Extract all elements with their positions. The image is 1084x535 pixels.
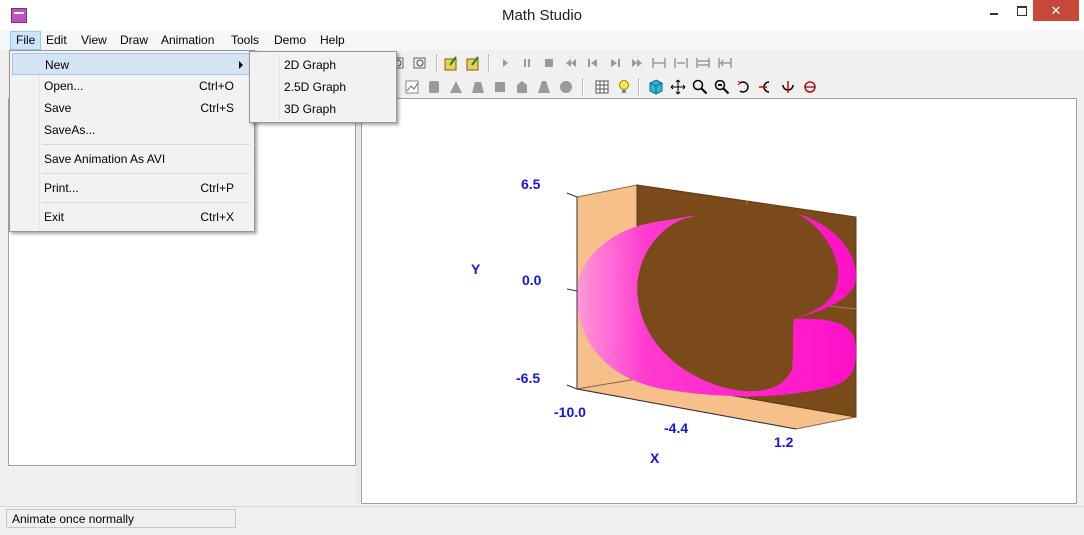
3d-cube-icon[interactable] <box>648 79 664 95</box>
cone-shape-icon[interactable] <box>448 79 464 95</box>
window-title: Math Studio <box>501 7 583 24</box>
menu-separator <box>42 144 250 145</box>
menu-separator <box>42 202 250 203</box>
title-bar: Math Studio ✕ <box>0 0 1084 30</box>
menu-animation[interactable]: Animation <box>156 32 219 49</box>
status-bar: Animate once normally <box>0 506 1084 535</box>
file-menu-exit[interactable]: Exit Ctrl+X <box>12 206 252 228</box>
file-menu-save-shortcut: Ctrl+S <box>200 101 234 115</box>
menu-help[interactable]: Help <box>315 32 350 49</box>
file-menu-saveas[interactable]: SaveAs... <box>12 119 252 141</box>
file-menu-save-avi[interactable]: Save Animation As AVI <box>12 148 252 170</box>
rotate-x-icon[interactable] <box>780 79 796 95</box>
y-axis-label: Y <box>471 261 481 277</box>
light-bulb-icon[interactable] <box>616 79 632 95</box>
file-menu-print-shortcut: Ctrl+P <box>200 181 234 195</box>
y-tick-bottom: -6.5 <box>516 370 540 386</box>
chart-icon[interactable] <box>404 79 420 95</box>
stop-icon[interactable] <box>541 55 557 71</box>
step-forward-icon[interactable] <box>607 55 623 71</box>
y-tick-top: 6.5 <box>521 176 541 192</box>
menu-view[interactable]: View <box>76 32 112 49</box>
3d-graph: 6.5 0.0 -6.5 Y -10.0 -4.4 1.2 X <box>471 176 857 466</box>
x-axis-label: X <box>650 450 660 466</box>
frustum-shape-icon[interactable] <box>470 79 486 95</box>
reset-rotation-icon[interactable] <box>802 79 818 95</box>
file-menu-saveas-label: SaveAs... <box>44 123 96 137</box>
menu-edit[interactable]: Edit <box>41 32 72 49</box>
new-2d-graph[interactable]: 2D Graph <box>252 54 394 76</box>
file-menu-exit-shortcut: Ctrl+X <box>200 210 234 224</box>
file-menu-open-label: Open... <box>44 79 84 93</box>
zoom-in-icon[interactable] <box>692 79 708 95</box>
export-data-icon[interactable] <box>466 55 482 71</box>
toolbar-animation <box>360 52 1080 74</box>
play-icon[interactable] <box>497 55 513 71</box>
grid-icon[interactable] <box>594 79 610 95</box>
menu-bar: File Edit View Draw Animation Tools Demo… <box>0 30 1084 50</box>
new-2d-graph-label: 2D Graph <box>284 58 337 72</box>
rewind-icon[interactable] <box>563 55 579 71</box>
file-menu-save[interactable]: Save Ctrl+S <box>12 97 252 119</box>
maximize-button[interactable] <box>1008 0 1036 21</box>
new-25d-graph[interactable]: 2.5D Graph <box>252 76 394 98</box>
submenu-arrow-icon <box>239 61 243 69</box>
file-menu-print-label: Print... <box>44 181 79 195</box>
menu-draw[interactable]: Draw <box>115 32 153 49</box>
graph-canvas[interactable]: 6.5 0.0 -6.5 Y -10.0 -4.4 1.2 X <box>361 98 1077 504</box>
x-tick-right: 1.2 <box>774 434 794 450</box>
close-button[interactable]: ✕ <box>1033 0 1079 21</box>
rotate-y-icon[interactable] <box>758 79 774 95</box>
pan-icon[interactable] <box>670 79 686 95</box>
box-shape-icon[interactable] <box>426 79 442 95</box>
reset-view-icon[interactable] <box>412 55 428 71</box>
properties-panel <box>8 466 354 504</box>
file-menu-save-avi-label: Save Animation As AVI <box>44 152 166 166</box>
menu-tools[interactable]: Tools <box>226 32 264 49</box>
zoom-out-icon[interactable] <box>714 79 730 95</box>
import-data-icon[interactable] <box>444 55 460 71</box>
frame-end-icon[interactable] <box>673 55 689 71</box>
toolbar-shapes <box>360 76 1080 98</box>
sphere-shape-icon[interactable] <box>558 79 574 95</box>
file-menu-print[interactable]: Print... Ctrl+P <box>12 177 252 199</box>
file-menu-dropdown: New Open... Ctrl+O Save Ctrl+S SaveAs...… <box>9 50 255 232</box>
prism-shape-icon[interactable] <box>514 79 530 95</box>
menu-demo[interactable]: Demo <box>269 32 311 49</box>
loop-icon[interactable] <box>717 55 733 71</box>
new-3d-graph[interactable]: 3D Graph <box>252 98 394 120</box>
y-tick-mid: 0.0 <box>522 272 542 288</box>
file-menu-save-label: Save <box>44 101 72 115</box>
fast-forward-icon[interactable] <box>629 55 645 71</box>
file-menu-open-shortcut: Ctrl+O <box>198 79 234 93</box>
minimize-button[interactable] <box>980 0 1008 21</box>
menu-separator <box>42 173 250 174</box>
pause-icon[interactable] <box>519 55 535 71</box>
new-submenu: 2D Graph 2.5D Graph 3D Graph <box>249 51 397 123</box>
menu-file[interactable]: File <box>10 31 42 50</box>
pyramid-shape-icon[interactable] <box>536 79 552 95</box>
file-menu-open[interactable]: Open... Ctrl+O <box>12 75 252 97</box>
file-menu-new-label: New <box>45 58 70 72</box>
status-text: Animate once normally <box>6 509 236 528</box>
frame-start-icon[interactable] <box>651 55 667 71</box>
frame-range-icon[interactable] <box>695 55 711 71</box>
rotate-z-icon[interactable] <box>736 79 752 95</box>
step-back-icon[interactable] <box>585 55 601 71</box>
new-25d-graph-label: 2.5D Graph <box>284 80 347 94</box>
x-tick-mid: -4.4 <box>664 420 688 436</box>
file-menu-exit-label: Exit <box>44 210 65 224</box>
new-3d-graph-label: 3D Graph <box>284 102 337 116</box>
cube-shape-icon[interactable] <box>492 79 508 95</box>
x-tick-left: -10.0 <box>554 404 586 420</box>
file-menu-new[interactable]: New <box>12 53 252 75</box>
